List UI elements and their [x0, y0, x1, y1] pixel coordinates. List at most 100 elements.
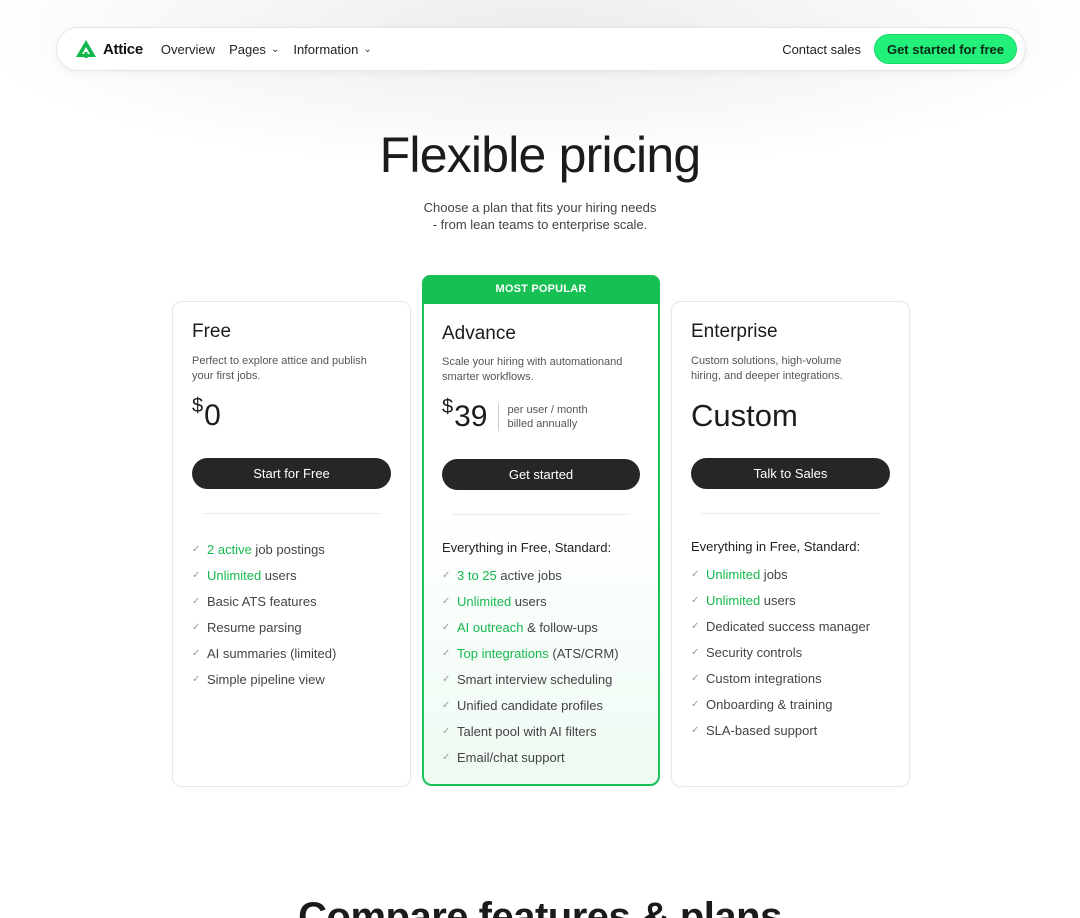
check-icon: ✓: [691, 698, 700, 710]
feature-text: Talent pool with AI filters: [457, 723, 597, 739]
feature-item: ✓ Security controls: [691, 639, 890, 665]
feature-item: ✓ 2 active job postings: [192, 536, 391, 562]
feature-item: ✓ Smart interview scheduling: [442, 666, 640, 692]
subtitle-line: - from lean teams to enterprise scale.: [432, 217, 648, 232]
feature-highlight: 3 to 25: [457, 567, 497, 583]
start-for-free-button[interactable]: Start for Free: [192, 458, 391, 489]
feature-item: ✓ Basic ATS features: [192, 588, 391, 614]
feature-list: ✓ Unlimited jobs ✓ Unlimited users ✓ Dedica…: [691, 561, 890, 743]
feature-highlight: AI outreach: [457, 619, 524, 635]
feature-text: job postings: [251, 541, 325, 557]
feature-text: Unified candidate profiles: [457, 697, 603, 713]
feature-item: ✓ Onboarding & training: [691, 691, 890, 717]
check-icon: ✓: [691, 672, 700, 684]
page-title: Flexible pricing: [379, 127, 701, 183]
plan-description: Scale your hiring with automationand sma…: [442, 355, 640, 387]
feature-list: ✓ 3 to 25 active jobs ✓ Unlimited users ✓ A…: [442, 562, 640, 770]
plan-price: $39: [442, 396, 488, 434]
check-icon: ✓: [192, 543, 201, 555]
check-icon: ✓: [442, 595, 451, 607]
plan-price: $0: [192, 395, 221, 433]
price-value: 0: [204, 399, 221, 432]
feature-text: SLA-based support: [706, 722, 818, 738]
feature-item: ✓ Unified candidate profiles: [442, 692, 640, 718]
attice-logo-icon: [76, 40, 96, 58]
check-icon: ✓: [442, 621, 451, 633]
check-icon: ✓: [691, 620, 700, 632]
contact-sales-link[interactable]: Contact sales: [782, 42, 861, 57]
top-navbar: Attice Overview Pages ⌄ Information ⌄ Cont…: [56, 27, 1026, 71]
chevron-down-icon: ⌄: [363, 43, 372, 55]
feature-item: ✓ Unlimited users: [442, 588, 640, 614]
feature-item: ✓ Talent pool with AI filters: [442, 718, 640, 744]
feature-highlight: 2 active: [207, 541, 252, 557]
divider: [701, 513, 880, 514]
feature-highlight: Unlimited: [706, 592, 761, 608]
plan-name: Enterprise: [691, 321, 778, 342]
check-icon: ✓: [691, 646, 700, 658]
includes-heading: Everything in Free, Standard:: [691, 539, 861, 554]
nav-link-pages[interactable]: Pages ⌄: [229, 42, 279, 57]
get-started-free-button[interactable]: Get started for free: [873, 34, 1017, 64]
compare-section-title: Compare features & plans: [298, 895, 782, 918]
plan-description-line: Perfect to explore attice and publish: [192, 355, 367, 367]
feature-item: ✓ Unlimited users: [192, 562, 391, 588]
most-popular-badge: MOST POPULAR: [422, 275, 660, 304]
nav-link-information[interactable]: Information ⌄: [293, 42, 371, 57]
feature-text: Smart interview scheduling: [457, 671, 613, 687]
divider: [202, 513, 381, 514]
feature-text: jobs: [760, 566, 788, 582]
plan-description-line: smarter workflows.: [442, 371, 534, 383]
price-row: Custom: [691, 396, 890, 436]
feature-item: ✓ Resume parsing: [192, 614, 391, 640]
feature-item: ✓ AI outreach & follow-ups: [442, 614, 640, 640]
check-icon: ✓: [442, 673, 451, 685]
feature-text: Onboarding & training: [706, 696, 833, 712]
price-note-line: per user / month: [507, 404, 588, 416]
price-row: $39 per user / month billed annually: [442, 396, 640, 437]
feature-highlight: Unlimited: [457, 593, 512, 609]
currency-symbol: $: [192, 395, 204, 417]
page-subtitle: Choose a plan that fits your hiring need…: [0, 199, 1080, 233]
feature-item: ✓ Email/chat support: [442, 744, 640, 770]
feature-highlight: Unlimited: [207, 567, 262, 583]
nav-link-label: Overview: [160, 41, 216, 57]
feature-text: Custom integrations: [706, 670, 822, 686]
price-note-line: billed annually: [507, 418, 578, 430]
check-icon: ✓: [192, 569, 201, 581]
price-row: $0: [192, 395, 391, 436]
plan-price: Custom: [691, 398, 798, 433]
feature-text: users: [511, 593, 547, 609]
currency-symbol: $: [442, 396, 454, 418]
check-icon: ✓: [442, 647, 451, 659]
plan-description-line: Custom solutions, high-volume: [691, 355, 842, 367]
nav-link-overview[interactable]: Overview: [161, 42, 215, 57]
nav-link-label: Information: [293, 41, 359, 57]
plan-card-advance: MOST POPULAR Advance Scale your hiring w…: [422, 275, 660, 786]
includes-heading: Everything in Free, Standard:: [442, 540, 612, 555]
subtitle-line: Choose a plan that fits your hiring need…: [423, 200, 657, 215]
feature-highlight: Top integrations: [457, 645, 549, 661]
talk-to-sales-button[interactable]: Talk to Sales: [691, 458, 890, 489]
feature-text: Security controls: [706, 644, 803, 660]
chevron-down-icon: ⌄: [270, 43, 280, 55]
plan-name: Advance: [442, 323, 516, 344]
plan-description-line: Scale your hiring with automationand: [442, 356, 623, 368]
feature-item: ✓ AI summaries (limited): [192, 640, 391, 666]
brand-logo[interactable]: Attice: [75, 39, 143, 59]
feature-text: users: [261, 567, 297, 583]
get-started-button[interactable]: Get started: [442, 459, 640, 490]
plan-description-line: hiring, and deeper integrations.: [691, 370, 843, 382]
feature-text: Dedicated success manager: [706, 618, 871, 634]
check-icon: ✓: [442, 569, 451, 581]
feature-list: ✓ 2 active job postings ✓ Unlimited users …: [192, 536, 391, 692]
feature-highlight: Unlimited: [706, 566, 761, 582]
plan-description: Perfect to explore attice and publish yo…: [192, 354, 391, 386]
feature-text: AI summaries (limited): [207, 645, 337, 661]
check-icon: ✓: [691, 568, 700, 580]
check-icon: ✓: [691, 724, 700, 736]
divider: [452, 514, 630, 515]
check-icon: ✓: [192, 621, 201, 633]
plan-card-enterprise: Enterprise Custom solutions, high-volume…: [671, 301, 910, 787]
nav-link-label: Pages: [229, 41, 266, 57]
